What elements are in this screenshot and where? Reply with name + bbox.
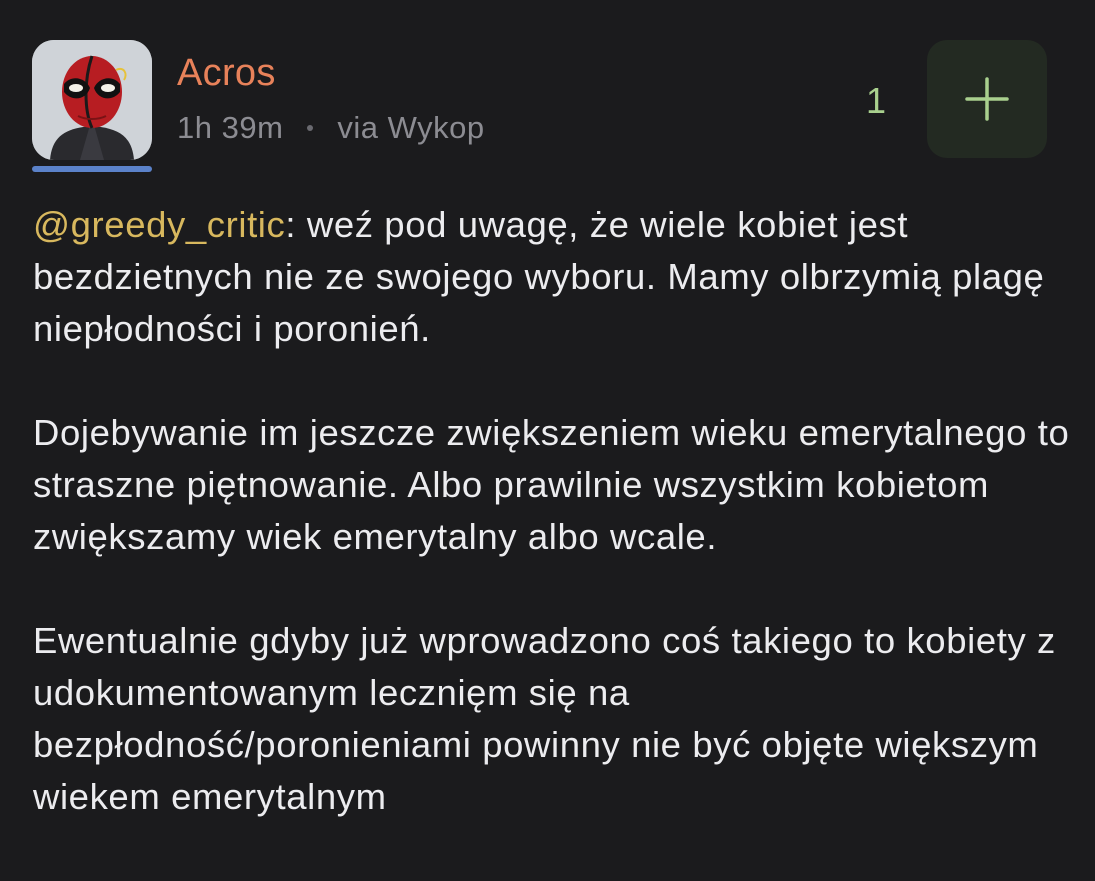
entry-source: via Wykop: [337, 110, 485, 145]
entry-paragraph-1: @greedy_critic: weź pod uwagę, że wiele …: [33, 199, 1073, 355]
entry-meta: 1h 39m via Wykop: [177, 110, 485, 146]
avatar-container[interactable]: [32, 40, 152, 172]
entry-body: @greedy_critic: weź pod uwagę, że wiele …: [33, 199, 1073, 823]
avatar-status-bar: [32, 166, 152, 172]
entry-paragraph-2: Dojebywanie im jeszcze zwiększeniem wiek…: [33, 412, 1070, 557]
separator-dot: [307, 125, 314, 131]
plus-vote-button[interactable]: [927, 40, 1047, 158]
entry-paragraph-3: Ewentualnie gdyby już wprowadzono coś ta…: [33, 620, 1056, 817]
user-mention-link[interactable]: @greedy_critic: [33, 204, 285, 245]
deadpool-avatar-icon: [32, 40, 152, 160]
author-name[interactable]: Acros: [177, 52, 276, 95]
avatar[interactable]: [32, 40, 152, 160]
vote-count: 1: [866, 80, 887, 121]
plus-icon: [965, 77, 1009, 121]
entry-time[interactable]: 1h 39m: [177, 110, 283, 146]
